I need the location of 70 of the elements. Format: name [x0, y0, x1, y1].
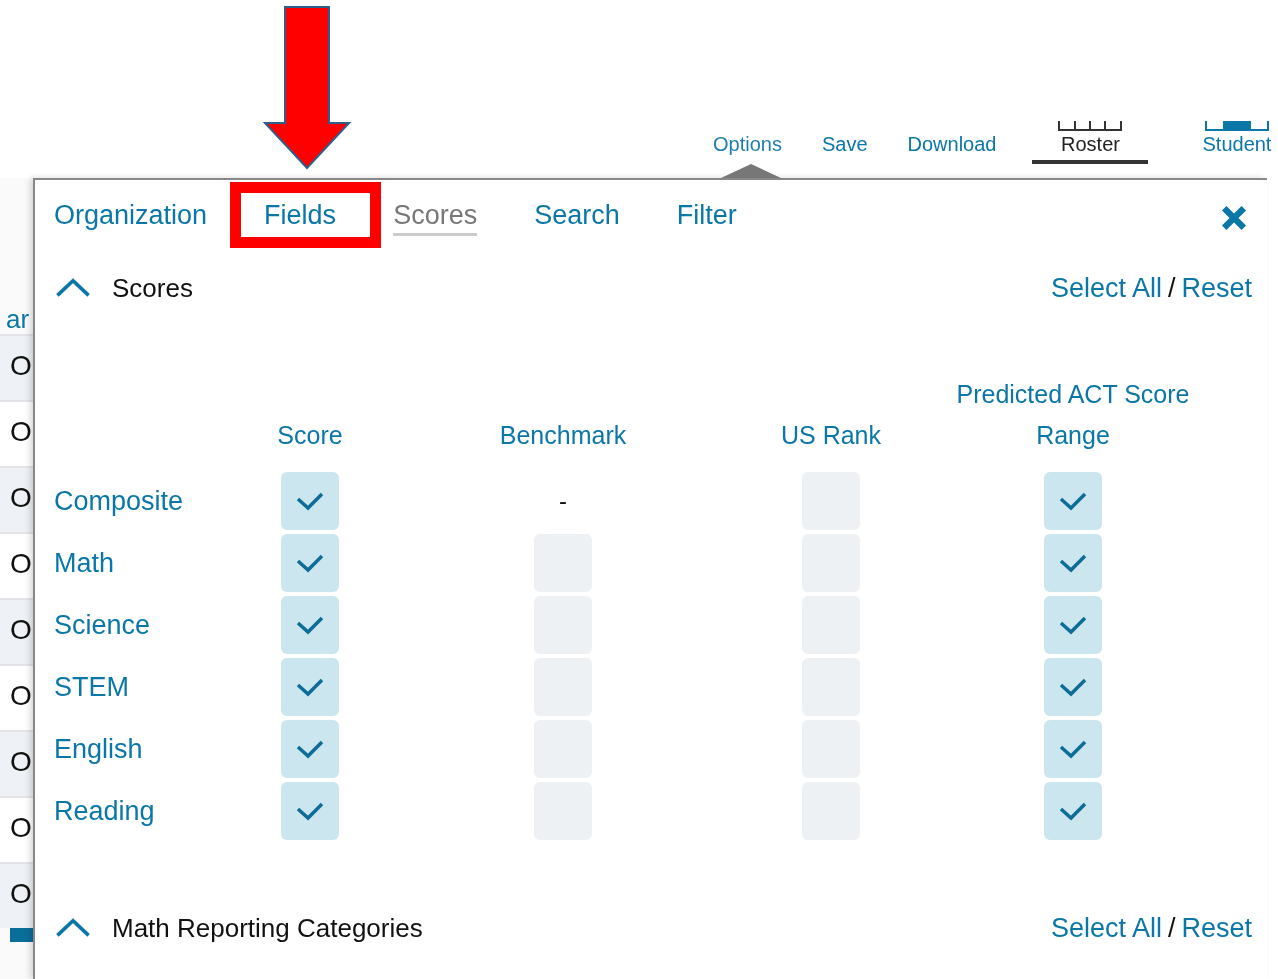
checkbox[interactable] [281, 472, 339, 530]
table-row: O [0, 400, 33, 466]
check-icon [295, 739, 325, 759]
checkbox[interactable] [281, 596, 339, 654]
checkbox[interactable] [1044, 534, 1102, 592]
checkbox[interactable] [281, 720, 339, 778]
ruler-icon [1058, 121, 1123, 131]
check-icon [295, 553, 325, 573]
section-title: Math Reporting Categories [112, 912, 423, 944]
check-icon [1058, 491, 1088, 511]
check-icon [1058, 553, 1088, 573]
panel-tab[interactable]: Scores [393, 200, 478, 236]
column-header: Score [276, 420, 344, 451]
row-label: Math [54, 547, 116, 579]
chevron-up-icon[interactable] [54, 277, 92, 299]
check-icon [295, 677, 325, 697]
table-row: O [0, 862, 33, 928]
chevron-up-icon[interactable] [54, 917, 92, 939]
close-icon[interactable] [1220, 204, 1248, 232]
checkbox[interactable] [1044, 782, 1102, 840]
check-icon [1058, 801, 1088, 821]
toolbar-link[interactable]: Save [821, 133, 868, 156]
table-row: O [0, 466, 33, 532]
row-label: STEM [54, 671, 130, 703]
section-title: Scores [112, 272, 193, 304]
column-header: Predicted ACT Score Range [955, 379, 1191, 451]
reset-link[interactable]: Reset [1181, 912, 1252, 944]
check-icon [1058, 677, 1088, 697]
row-label: Composite [54, 485, 185, 517]
column-header: Benchmark [498, 420, 628, 451]
table-row: O [0, 334, 33, 400]
checkbox[interactable] [281, 534, 339, 592]
separator: / [1167, 912, 1176, 944]
table-row: O [0, 730, 33, 796]
view-tab[interactable]: Student [1176, 121, 1278, 164]
table-row: O [0, 532, 33, 598]
check-icon [1058, 739, 1088, 759]
checkbox[interactable] [1044, 472, 1102, 530]
reset-link[interactable]: Reset [1181, 272, 1252, 304]
separator: / [1167, 272, 1176, 304]
checkbox[interactable] [1044, 596, 1102, 654]
pointer-notch [721, 164, 781, 178]
panel-tab[interactable]: Organization [54, 200, 208, 236]
select-all-link[interactable]: Select All [1050, 272, 1162, 304]
toolbar-link[interactable]: Download [907, 133, 997, 156]
cell-text: - [559, 487, 567, 515]
checkbox[interactable] [1044, 720, 1102, 778]
checkbox[interactable] [1044, 658, 1102, 716]
column-heading: ar [6, 304, 31, 334]
ruler-icon [1204, 121, 1269, 131]
table-row: O [0, 664, 33, 730]
select-all-link[interactable]: Select All [1050, 912, 1162, 944]
checkbox[interactable] [281, 658, 339, 716]
check-icon [295, 801, 325, 821]
toolbar-link[interactable]: Options [713, 133, 782, 156]
panel-tab[interactable]: Search [534, 200, 620, 236]
panel-tab[interactable]: Filter [676, 200, 737, 236]
check-icon [1058, 615, 1088, 635]
table-row: O [0, 598, 33, 664]
checkbox[interactable] [281, 782, 339, 840]
row-label: English [54, 733, 144, 765]
table-row: O [0, 796, 33, 862]
row-label: Reading [54, 795, 156, 827]
view-tab[interactable]: Roster [1032, 121, 1149, 164]
row-label: Science [54, 609, 152, 641]
scroll-bar [10, 928, 33, 942]
check-icon [295, 491, 325, 511]
check-icon [295, 615, 325, 635]
panel-tab[interactable]: Fields [264, 200, 337, 236]
column-header: US Rank [779, 420, 882, 451]
